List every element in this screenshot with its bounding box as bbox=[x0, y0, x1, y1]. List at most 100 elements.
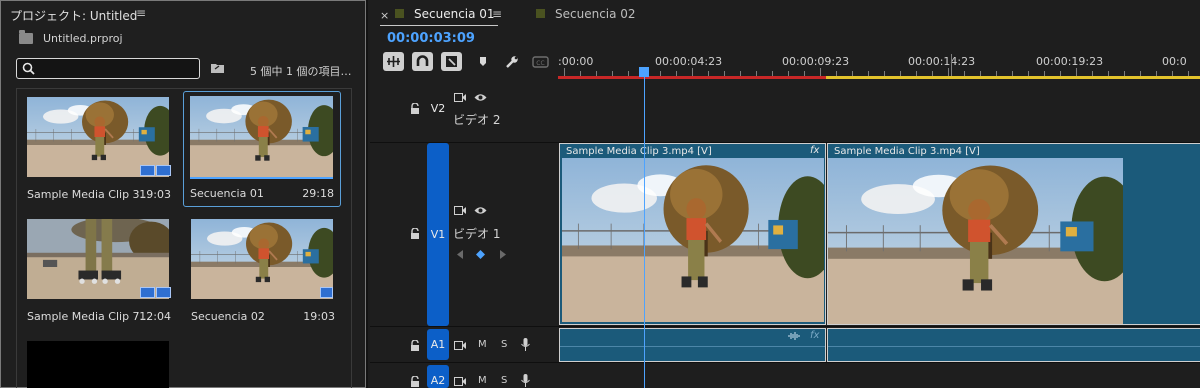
nest-icon bbox=[387, 56, 400, 67]
video-clip[interactable]: Sample Media Clip 3.mp4 [V] bbox=[827, 143, 1200, 325]
ruler-tick bbox=[948, 68, 949, 76]
project-filename: Untitled.prproj bbox=[43, 32, 123, 45]
item-name: Secuencia 02 bbox=[191, 310, 265, 323]
svg-text:CC: CC bbox=[536, 60, 544, 67]
toggle-sync-lock-icon[interactable] bbox=[454, 377, 466, 386]
audio-clip[interactable]: fx bbox=[559, 328, 826, 362]
eye-icon[interactable] bbox=[474, 93, 487, 102]
toggle-sync-lock-icon[interactable] bbox=[454, 93, 466, 102]
project-file-icon bbox=[19, 30, 33, 44]
linked-selection-icon bbox=[446, 56, 457, 67]
lock-icon[interactable] bbox=[410, 103, 420, 114]
thumbnail-progress-bar bbox=[190, 177, 333, 179]
ruler-label: :00:00 bbox=[558, 55, 594, 68]
ruler-tick bbox=[564, 68, 565, 76]
track-header-a1: A1 M S bbox=[370, 327, 558, 362]
eye-icon[interactable] bbox=[474, 206, 487, 215]
tab-menu-icon[interactable]: ≡ bbox=[492, 7, 502, 21]
project-item-tile[interactable]: Secuencia 02 19:03 bbox=[181, 211, 341, 331]
ruler-tick bbox=[1076, 68, 1077, 76]
item-name: Sample Media Clip 7... bbox=[27, 310, 151, 323]
playhead-timecode[interactable]: 00:00:03:09 bbox=[387, 31, 475, 46]
track-header-v1: V1 ビデオ 1 bbox=[370, 143, 558, 326]
close-tab-icon[interactable]: × bbox=[380, 9, 389, 22]
track-target-v1[interactable]: V1 bbox=[427, 143, 449, 326]
solo-button[interactable]: S bbox=[501, 375, 507, 386]
next-keyframe-icon[interactable] bbox=[500, 250, 506, 259]
ruler-tick bbox=[820, 68, 821, 76]
ruler-tick bbox=[951, 54, 952, 76]
video-badge-icon bbox=[140, 165, 155, 176]
volume-rubberband[interactable] bbox=[828, 346, 1200, 347]
clip-frame-thumbnail bbox=[562, 158, 824, 322]
tab-secuencia-02[interactable]: Secuencia 02 bbox=[555, 7, 636, 21]
mute-button[interactable]: M bbox=[478, 339, 487, 350]
ruler-label: 00:00:19:23 bbox=[1036, 55, 1104, 68]
sequence-color-icon bbox=[536, 9, 545, 18]
sequence-badge-icon bbox=[320, 287, 333, 298]
add-keyframe-icon[interactable] bbox=[476, 250, 485, 259]
sequence-color-icon bbox=[395, 9, 404, 18]
in-out-range-red bbox=[558, 76, 826, 79]
in-out-range-yellow bbox=[826, 76, 1200, 79]
ruler-label: 00:00:14:23 bbox=[908, 55, 976, 68]
lock-icon[interactable] bbox=[410, 376, 420, 387]
project-panel-title[interactable]: プロジェクト: Untitled bbox=[10, 7, 137, 24]
time-ruler[interactable]: :00:00 00:00:04:23 00:00:09:23 00:00:14:… bbox=[558, 48, 1200, 80]
clip-frame-thumbnail bbox=[828, 158, 1123, 325]
tab-secuencia-01[interactable]: Secuencia 01 bbox=[414, 7, 495, 21]
new-bin-icon[interactable] bbox=[211, 62, 224, 73]
sequence-thumbnail bbox=[190, 96, 333, 178]
project-panel: プロジェクト: Untitled ≡ Untitled.prproj 5 個中 … bbox=[0, 0, 368, 388]
audio-badge-icon bbox=[156, 287, 171, 298]
ruler-label: 00:00:09:23 bbox=[782, 55, 850, 68]
project-item-tile[interactable]: Sample Media Clip 3... 19:03 bbox=[17, 89, 177, 209]
fx-badge: fx bbox=[810, 330, 820, 341]
items-count: 5 個中 1 個の項目… bbox=[250, 65, 352, 78]
settings-wrench-icon[interactable] bbox=[501, 52, 522, 71]
audio-clip[interactable] bbox=[827, 328, 1200, 362]
mute-button[interactable]: M bbox=[478, 375, 487, 386]
toggle-sync-lock-icon[interactable] bbox=[454, 341, 466, 350]
solo-button[interactable]: S bbox=[501, 339, 507, 350]
add-marker-icon[interactable] bbox=[473, 52, 494, 71]
video-badge-icon bbox=[140, 287, 155, 298]
lock-icon[interactable] bbox=[410, 340, 420, 351]
project-item-tile[interactable]: Secuencia 01 29:18 bbox=[183, 91, 341, 207]
captions-icon[interactable]: CC bbox=[530, 52, 551, 71]
project-item-tile[interactable]: Sample Media Clip 7... 12:04 bbox=[17, 211, 177, 331]
track-target-v2[interactable]: V2 bbox=[427, 101, 449, 117]
search-icon bbox=[22, 62, 35, 75]
ruler-label: 00:00:04:23 bbox=[655, 55, 723, 68]
project-item-tile[interactable] bbox=[17, 333, 177, 388]
lock-icon[interactable] bbox=[410, 228, 420, 239]
item-duration: 29:18 bbox=[302, 187, 334, 200]
item-name: Secuencia 01 bbox=[190, 187, 264, 200]
clip-label: Sample Media Clip 3.mp4 [V] bbox=[566, 146, 712, 157]
playhead-line[interactable] bbox=[644, 76, 645, 388]
item-name: Sample Media Clip 3... bbox=[27, 188, 151, 201]
toggle-sync-lock-icon[interactable] bbox=[454, 206, 466, 215]
clip-thumbnail bbox=[27, 341, 169, 388]
waveform-icon bbox=[788, 332, 800, 340]
video-clip[interactable]: Sample Media Clip 3.mp4 [V] fx bbox=[559, 143, 826, 325]
ruler-label: 00:0 bbox=[1162, 55, 1187, 68]
timeline-panel: × Secuencia 01 ≡ Secuencia 02 00:00:03:0… bbox=[370, 0, 1200, 388]
ruler-tick bbox=[692, 68, 693, 76]
snap-magnet-icon bbox=[416, 55, 429, 66]
microphone-icon[interactable] bbox=[521, 338, 530, 351]
active-tab-indicator bbox=[380, 25, 498, 26]
track-name-v1: ビデオ 1 bbox=[453, 227, 501, 241]
search-input[interactable] bbox=[16, 58, 200, 79]
item-duration: 12:04 bbox=[139, 310, 171, 323]
volume-rubberband[interactable] bbox=[560, 346, 825, 347]
item-duration: 19:03 bbox=[139, 188, 171, 201]
clip-label: Sample Media Clip 3.mp4 [V] bbox=[834, 146, 980, 157]
track-target-a2[interactable]: A2 bbox=[427, 365, 449, 388]
panel-menu-icon[interactable]: ≡ bbox=[136, 6, 146, 20]
project-items-grid: Sample Media Clip 3... 19:03 Secuencia 0… bbox=[16, 88, 352, 388]
previous-keyframe-icon[interactable] bbox=[457, 250, 463, 259]
microphone-icon[interactable] bbox=[521, 374, 530, 387]
track-target-a1[interactable]: A1 bbox=[427, 329, 449, 360]
item-duration: 19:03 bbox=[303, 310, 335, 323]
